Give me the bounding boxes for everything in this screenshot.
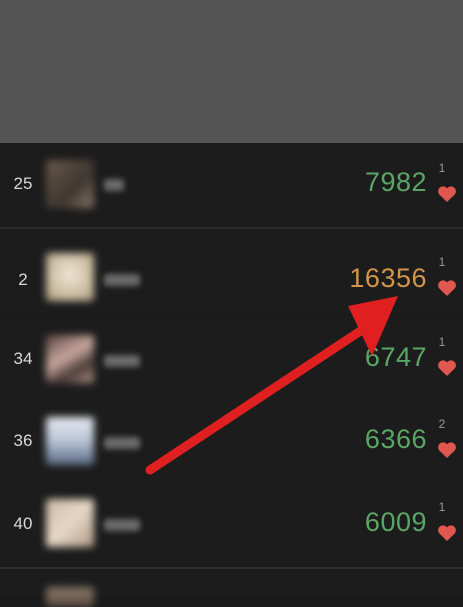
user-name-blurred[interactable] [104,519,140,531]
rank-number: 34 [13,349,33,368]
rank-number: 36 [13,431,33,450]
like-count: 1 [438,255,446,269]
list-item[interactable]: 34 6747 1 [0,315,463,397]
list-item-highlighted[interactable]: 2 16356 1 [0,229,463,313]
heart-icon[interactable] [437,185,457,203]
like-count: 1 [438,161,446,175]
like-count: 1 [438,335,446,349]
list-item[interactable]: 36 6366 2 [0,397,463,479]
like-count: 2 [438,417,446,431]
like-count: 1 [438,500,446,514]
rank-number: 25 [13,174,33,193]
user-name-blurred[interactable] [104,355,140,367]
avatar[interactable] [46,417,94,465]
user-name-blurred[interactable] [104,437,140,449]
top-blank-area [0,0,463,143]
avatar[interactable] [46,160,94,208]
list-item[interactable]: 25 7982 1 [0,143,463,225]
score-value: 6009 [364,507,427,537]
heart-icon[interactable] [437,279,457,297]
user-name-blurred[interactable] [104,274,140,286]
user-name-blurred[interactable] [104,179,124,191]
score-value: 7982 [364,167,427,197]
score-value: 6366 [364,424,427,454]
avatar[interactable] [46,253,94,301]
score-value: 6747 [364,342,427,372]
score-value: 16356 [349,263,427,293]
heart-icon[interactable] [437,441,457,459]
heart-icon[interactable] [437,359,457,377]
rank-number: 40 [13,514,33,533]
list-item-partial[interactable] [0,569,463,607]
list-item[interactable]: 40 6009 1 [0,479,463,563]
heart-icon[interactable] [437,524,457,542]
rank-number: 2 [18,270,28,289]
avatar[interactable] [46,587,94,607]
avatar[interactable] [46,335,94,383]
ranking-list: 25 7982 1 2 16356 1 34 6747 1 36 6366 2 … [0,143,463,607]
avatar[interactable] [46,499,94,547]
